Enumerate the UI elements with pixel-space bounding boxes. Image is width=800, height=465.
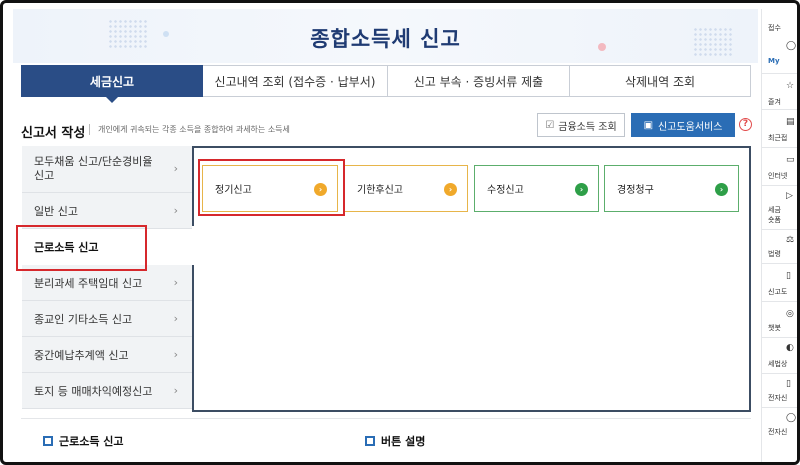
highlight-box-card (198, 159, 345, 216)
top-tabs: 세금신고 신고내역 조회 (접수증 · 납부서) 신고 부속 · 증빙서류 제출… (21, 65, 751, 103)
left-menu: 모두채움 신고/단순경비율 신고 › 일반 신고 › 근로소득 신고 분리과세 … (22, 146, 194, 409)
divider (21, 418, 751, 419)
card-label: 경정청구 (617, 185, 654, 196)
help-service-label: 신고도움서비스 (658, 121, 723, 133)
tab-deleted-history[interactable]: 삭제내역 조회 (570, 65, 751, 97)
chevron-right-icon: › (173, 275, 178, 289)
divider (762, 263, 797, 264)
page-title: 종합소득세 신고 (310, 27, 461, 51)
sidebar-item-favorites[interactable]: 즐겨 (762, 97, 797, 107)
tab-tax-filing[interactable]: 세금신고 (21, 65, 203, 103)
arrow-right-icon: › (444, 183, 457, 196)
earned-income-heading: 근로소득 신고 (43, 433, 124, 449)
consult-icon: ◐ (786, 343, 794, 353)
sidebar-item-receipt[interactable]: 접수 (762, 23, 797, 33)
menu-item-label: 토지 등 매매차익예정신고 (34, 384, 153, 398)
menu-item-general[interactable]: 일반 신고 › (22, 193, 192, 229)
card-label: 수정신고 (487, 185, 524, 196)
tab-attachment-submit[interactable]: 신고 부속 · 증빙서류 제출 (388, 65, 570, 97)
menu-item-land-trade[interactable]: 토지 등 매매차익예정신고 › (22, 373, 192, 409)
card-label: 기한후신고 (357, 185, 403, 196)
e-file-icon: ◯ (786, 413, 797, 423)
divider (762, 73, 797, 74)
sidebar-item-help[interactable]: 신고도 (762, 287, 797, 297)
sidebar-item-chatbot[interactable]: 챗봇 (762, 323, 797, 333)
star-icon: ☆ (786, 81, 795, 91)
header-banner: 종합소득세 신고 (13, 9, 758, 63)
sidebar-item-tax-consult[interactable]: 세법상 (762, 359, 797, 369)
sidebar-item-recent[interactable]: 최근접 (762, 133, 797, 143)
chevron-right-icon: › (173, 311, 178, 325)
menu-item-label: 중간예납추계액 신고 (34, 348, 129, 362)
chevron-right-icon: › (173, 162, 178, 175)
divider (762, 407, 797, 408)
checklist-icon: ☑ (545, 119, 555, 131)
sidebar-item-internet[interactable]: 인터넷 (762, 171, 797, 181)
heading-label: 근로소득 신고 (59, 435, 124, 448)
button-description-heading: 버튼 설명 (365, 433, 425, 449)
divider (762, 109, 797, 110)
panel-border (192, 146, 194, 226)
sidebar-item-shortform[interactable]: 숏폼 (762, 215, 797, 225)
sidebar-item-e-filing-2[interactable]: 전자신 (762, 427, 797, 437)
financial-income-button[interactable]: ☑ 금융소득 조회 (537, 113, 625, 137)
right-sidebar: 접수 ◯ My ☆ 즐겨 ▤ 최근접 ▭ 인터넷 ▷ 세금 숏폼 ⚖ 법령 ▯ … (761, 9, 797, 462)
heading-label: 버튼 설명 (381, 435, 426, 448)
user-icon: ◯ (786, 41, 797, 51)
menu-item-interim-prepayment[interactable]: 중간예납추계액 신고 › (22, 337, 192, 373)
arrow-right-icon: › (575, 183, 588, 196)
arrow-right-icon: › (715, 183, 728, 196)
tab-filing-history[interactable]: 신고내역 조회 (접수증 · 납부서) (203, 65, 388, 97)
section-title: 신고서 작성 (21, 126, 86, 141)
book-icon: ▣ (643, 119, 654, 131)
square-bullet-icon (365, 436, 375, 446)
menu-item-label: 모두채움 신고/단순경비율 신고 (34, 155, 153, 182)
monitor-icon: ▭ (786, 155, 795, 165)
correction-claim-card[interactable]: 경정청구 › (604, 165, 739, 212)
document-icon: ▯ (786, 271, 791, 281)
divider (762, 337, 797, 338)
chevron-right-icon: › (173, 203, 178, 217)
sidebar-item-e-filing[interactable]: 전자신 (762, 393, 797, 403)
divider (89, 124, 90, 135)
divider (762, 229, 797, 230)
section-description: 개인에게 귀속되는 각종 소득을 종합하여 과세하는 소득세 (98, 125, 290, 134)
chatbot-icon: ◎ (786, 309, 794, 319)
late-filing-card[interactable]: 기한후신고 › (344, 165, 468, 212)
menu-item-prefilled[interactable]: 모두채움 신고/단순경비율 신고 › (22, 146, 192, 193)
scale-icon: ⚖ (786, 235, 795, 245)
square-bullet-icon (43, 436, 53, 446)
sidebar-item-law[interactable]: 법령 (762, 249, 797, 259)
question-icon[interactable]: ? (739, 118, 752, 131)
video-icon: ▷ (786, 191, 793, 201)
chevron-right-icon: › (173, 383, 178, 397)
divider (762, 185, 797, 186)
divider (762, 301, 797, 302)
highlight-box-menu (16, 225, 147, 271)
menu-item-label: 종교인 기타소득 신고 (34, 312, 133, 326)
divider (762, 147, 797, 148)
panel-border (192, 265, 194, 412)
menu-item-label: 일반 신고 (34, 204, 78, 218)
sidebar-item-tax-shorts[interactable]: 세금 (762, 205, 797, 215)
divider (762, 373, 797, 374)
clock-icon: ▤ (786, 117, 795, 127)
chevron-right-icon: › (173, 347, 178, 361)
financial-income-label: 금융소득 조회 (558, 121, 617, 133)
menu-item-label: 분리과세 주택임대 신고 (34, 276, 143, 290)
amended-filing-card[interactable]: 수정신고 › (474, 165, 599, 212)
sidebar-item-my[interactable]: My (762, 57, 797, 65)
e-file-icon: ▯ (786, 379, 791, 389)
window-frame: 종합소득세 신고 세금신고 신고내역 조회 (접수증 · 납부서) 신고 부속 … (0, 0, 800, 465)
help-service-button[interactable]: ▣ 신고도움서비스 (631, 113, 735, 137)
menu-item-religious-income[interactable]: 종교인 기타소득 신고 › (22, 301, 192, 337)
